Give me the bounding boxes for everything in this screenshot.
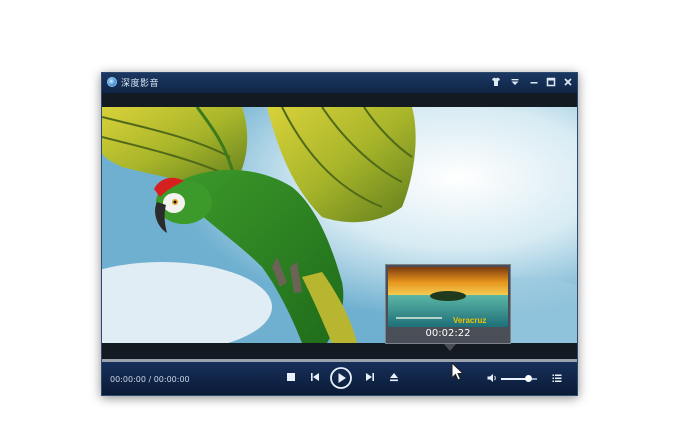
stop-button[interactable]	[285, 371, 297, 383]
control-bar: 00:00:00 / 00:00:00	[102, 362, 577, 395]
open-eject-button[interactable]	[388, 371, 400, 383]
play-icon	[330, 367, 352, 389]
previous-button[interactable]	[309, 371, 321, 383]
preview-label: Veracruz	[453, 316, 486, 325]
menu-dropdown-icon[interactable]	[508, 75, 522, 89]
next-button[interactable]	[364, 371, 376, 383]
time-display: 00:00:00 / 00:00:00	[110, 375, 190, 384]
mouse-cursor-icon	[451, 362, 465, 381]
playlist-button[interactable]	[551, 372, 563, 384]
window-title: 深度影音	[121, 79, 160, 89]
player-window: 深度影音 00:00:00 / 00:00:00	[101, 72, 578, 396]
minimize-icon[interactable]	[527, 75, 541, 89]
skip-forward-icon	[366, 373, 374, 381]
seek-preview-tooltip: Veracruz 00:02:22	[385, 264, 511, 344]
volume-slider[interactable]	[501, 375, 537, 382]
app-logo-icon	[107, 77, 117, 87]
volume-handle[interactable]	[525, 375, 532, 382]
title-bar[interactable]: 深度影音	[102, 73, 577, 93]
close-icon[interactable]	[561, 75, 575, 89]
volume-level	[501, 378, 528, 380]
speaker-icon	[487, 374, 496, 382]
preview-pointer	[444, 344, 456, 351]
skin-shirt-icon[interactable]	[489, 75, 503, 89]
play-button[interactable]	[329, 366, 353, 390]
preview-thumbnail: Veracruz	[388, 267, 508, 327]
preview-time: 00:02:22	[425, 328, 471, 339]
eject-icon	[390, 373, 398, 382]
letterbox-top	[102, 93, 577, 107]
volume-button[interactable]	[486, 372, 498, 384]
letterbox-bottom	[102, 343, 577, 360]
stop-icon	[287, 373, 295, 381]
maximize-icon[interactable]	[544, 75, 558, 89]
skip-back-icon	[311, 373, 319, 381]
playlist-icon	[552, 374, 562, 382]
